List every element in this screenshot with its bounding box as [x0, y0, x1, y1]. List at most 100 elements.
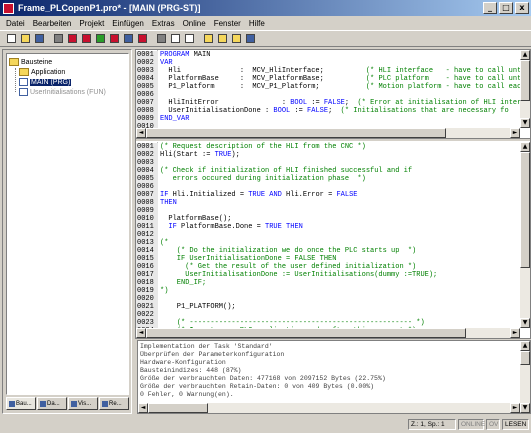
scroll-down-button[interactable]: ▼ [520, 318, 530, 328]
build-icon[interactable] [52, 32, 65, 45]
code-line[interactable]: 0008 THEN [136, 199, 530, 207]
tree-item-userinitialisations[interactable]: UserInitialisations (FUN) [19, 87, 106, 97]
message-hscrollbar[interactable]: ◄ ► [138, 403, 520, 413]
help-icon[interactable] [244, 32, 257, 45]
menu-item-6[interactable]: Fenster [210, 19, 245, 28]
editor-scrollbar[interactable]: ▲ ▼ [520, 142, 530, 328]
scroll-right-button[interactable]: ► [510, 328, 520, 338]
code-line[interactable]: 0012 [136, 231, 530, 239]
scroll-thumb[interactable] [148, 403, 208, 413]
run-icon[interactable] [94, 32, 107, 45]
organizer-tab-3[interactable]: Re... [99, 397, 129, 410]
code-line[interactable]: 0008 UserInitialisationDone : BOOL := FA… [136, 107, 530, 115]
organizer-tab-0[interactable]: Bau... [6, 397, 36, 410]
message-scrollbar[interactable]: ▲ ▼ [520, 341, 530, 413]
tree-item-main[interactable]: MAIN (PRG) [19, 77, 72, 87]
code-line[interactable]: 0005 P1_Platform : MCV_P1_Platform; (* M… [136, 83, 530, 91]
scroll-thumb[interactable] [520, 152, 530, 268]
stop-icon[interactable] [108, 32, 121, 45]
declaration-editor[interactable]: 0001 PROGRAM MAIN 0002 VAR 0003 Hli : MCV_Hl… [136, 50, 530, 138]
editor-scrollbar[interactable]: ▲ ▼ [520, 50, 530, 128]
toolbar [0, 31, 531, 47]
new-icon[interactable] [5, 32, 18, 45]
organizer-tab-1[interactable]: Da... [37, 397, 67, 410]
code-line[interactable]: 0019 *) [136, 287, 530, 295]
code-line[interactable]: 0015 IF UserInitialisationDone = FALSE T… [136, 255, 530, 263]
scroll-up-button[interactable]: ▲ [520, 50, 530, 60]
organizer-tab-2[interactable]: Vis... [68, 397, 98, 410]
code-editor[interactable]: 0001 (* Request description of the HLI fr… [136, 142, 530, 338]
cut-icon[interactable] [155, 32, 168, 45]
code-line[interactable]: 0005 errors occured during initializatio… [136, 175, 530, 183]
menu-bar: Datei Bearbeiten Projekt Einfügen Extras Onli… [0, 16, 531, 31]
code-line[interactable]: 0018 END_IF; [136, 279, 530, 287]
scroll-left-button[interactable]: ◄ [138, 403, 148, 413]
scroll-right-button[interactable]: ► [510, 403, 520, 413]
code-line[interactable]: 0009 END_VAR [136, 115, 530, 123]
step-icon[interactable] [122, 32, 135, 45]
code-line[interactable]: 0013 (* [136, 239, 530, 247]
scroll-thumb[interactable] [146, 128, 446, 138]
menu-item-0[interactable]: Datei [2, 19, 29, 28]
code-line[interactable]: 0003 Hli : MCV_HliInterface; (* HLI inte… [136, 67, 530, 75]
menu-item-3[interactable]: Einfügen [108, 19, 148, 28]
code-line[interactable]: 0016 (* Get the result of the user defin… [136, 263, 530, 271]
code-line[interactable]: 0002 Hli(Start := TRUE); [136, 151, 530, 159]
code-line[interactable]: 0001 PROGRAM MAIN [136, 51, 530, 59]
logout-icon[interactable] [80, 32, 93, 45]
scroll-left-button[interactable]: ◄ [136, 328, 146, 338]
code-line[interactable]: 0003 [136, 159, 530, 167]
copy-icon[interactable] [169, 32, 182, 45]
menu-item-1[interactable]: Bearbeiten [29, 19, 76, 28]
scroll-thumb[interactable] [520, 60, 530, 101]
code-line[interactable]: 0011 IF PlatformBase.Done = TRUE THEN [136, 223, 530, 231]
code-line[interactable]: 0001 (* Request description of the HLI fr… [136, 143, 530, 151]
code-text: P1_Platform : MCV_P1_Platform; (* Motion… [160, 83, 530, 91]
editor-hscrollbar[interactable]: ◄ ► [136, 128, 520, 138]
minimize-button[interactable]: _ [483, 2, 497, 14]
code-line[interactable]: 0014 (* Do the initialization we do once… [136, 247, 530, 255]
code-line[interactable]: 0020 [136, 295, 530, 303]
code-text: IF PlatformBase.Done = TRUE THEN [168, 223, 303, 231]
find-icon[interactable] [202, 32, 215, 45]
code-line[interactable]: 0022 [136, 311, 530, 319]
menu-item-5[interactable]: Online [179, 19, 210, 28]
replace-icon[interactable] [230, 32, 243, 45]
editor-hscrollbar[interactable]: ◄ ► [136, 328, 520, 338]
code-line[interactable]: 0009 [136, 207, 530, 215]
code-line[interactable]: 0006 [136, 91, 530, 99]
menu-item-2[interactable]: Projekt [75, 19, 108, 28]
open-icon[interactable] [19, 32, 32, 45]
scroll-thumb[interactable] [146, 328, 466, 338]
scroll-left-button[interactable]: ◄ [136, 128, 146, 138]
scroll-right-button[interactable]: ► [510, 128, 520, 138]
menu-item-4[interactable]: Extras [148, 19, 179, 28]
code-line[interactable]: 0007 IF Hli.Initialized = TRUE AND Hli.Er… [136, 191, 530, 199]
code-line[interactable]: 0010 PlatformBase(); [136, 215, 530, 223]
code-line[interactable]: 0004 (* Check if initialization of HLI fi… [136, 167, 530, 175]
scroll-thumb[interactable] [520, 351, 530, 365]
tree-item-application[interactable]: Application [19, 67, 65, 77]
login-icon[interactable] [66, 32, 79, 45]
scroll-up-button[interactable]: ▲ [520, 341, 530, 351]
close-button[interactable]: x [515, 2, 529, 14]
save-icon[interactable] [33, 32, 46, 45]
scroll-down-button[interactable]: ▼ [520, 118, 530, 128]
code-text: errors occured during initialization pha… [160, 175, 366, 183]
find-next-icon[interactable] [216, 32, 229, 45]
code-line[interactable]: 0021 P1_PLATFORM(); [136, 303, 530, 311]
code-text: *) [160, 287, 169, 295]
scroll-up-button[interactable]: ▲ [520, 142, 530, 152]
code-line[interactable]: 0023 (* --------------------------------… [136, 319, 530, 327]
code-line[interactable]: 0002 VAR [136, 59, 530, 67]
code-line[interactable]: 0017 UserInitialisationDone := UserIniti… [136, 271, 530, 279]
scroll-down-button[interactable]: ▼ [520, 403, 530, 413]
toggle-breakpoint-icon[interactable] [136, 32, 149, 45]
paste-icon[interactable] [183, 32, 196, 45]
tree-root[interactable]: Bausteine [9, 57, 52, 67]
code-line[interactable]: 0007 HliInitError : BOOL := FALSE; (* Er… [136, 99, 530, 107]
code-line[interactable]: 0004 PlatformBase : MCV_PlatformBase; (*… [136, 75, 530, 83]
maximize-button[interactable]: □ [499, 2, 513, 14]
code-line[interactable]: 0006 [136, 183, 530, 191]
menu-item-7[interactable]: Hilfe [245, 19, 269, 28]
